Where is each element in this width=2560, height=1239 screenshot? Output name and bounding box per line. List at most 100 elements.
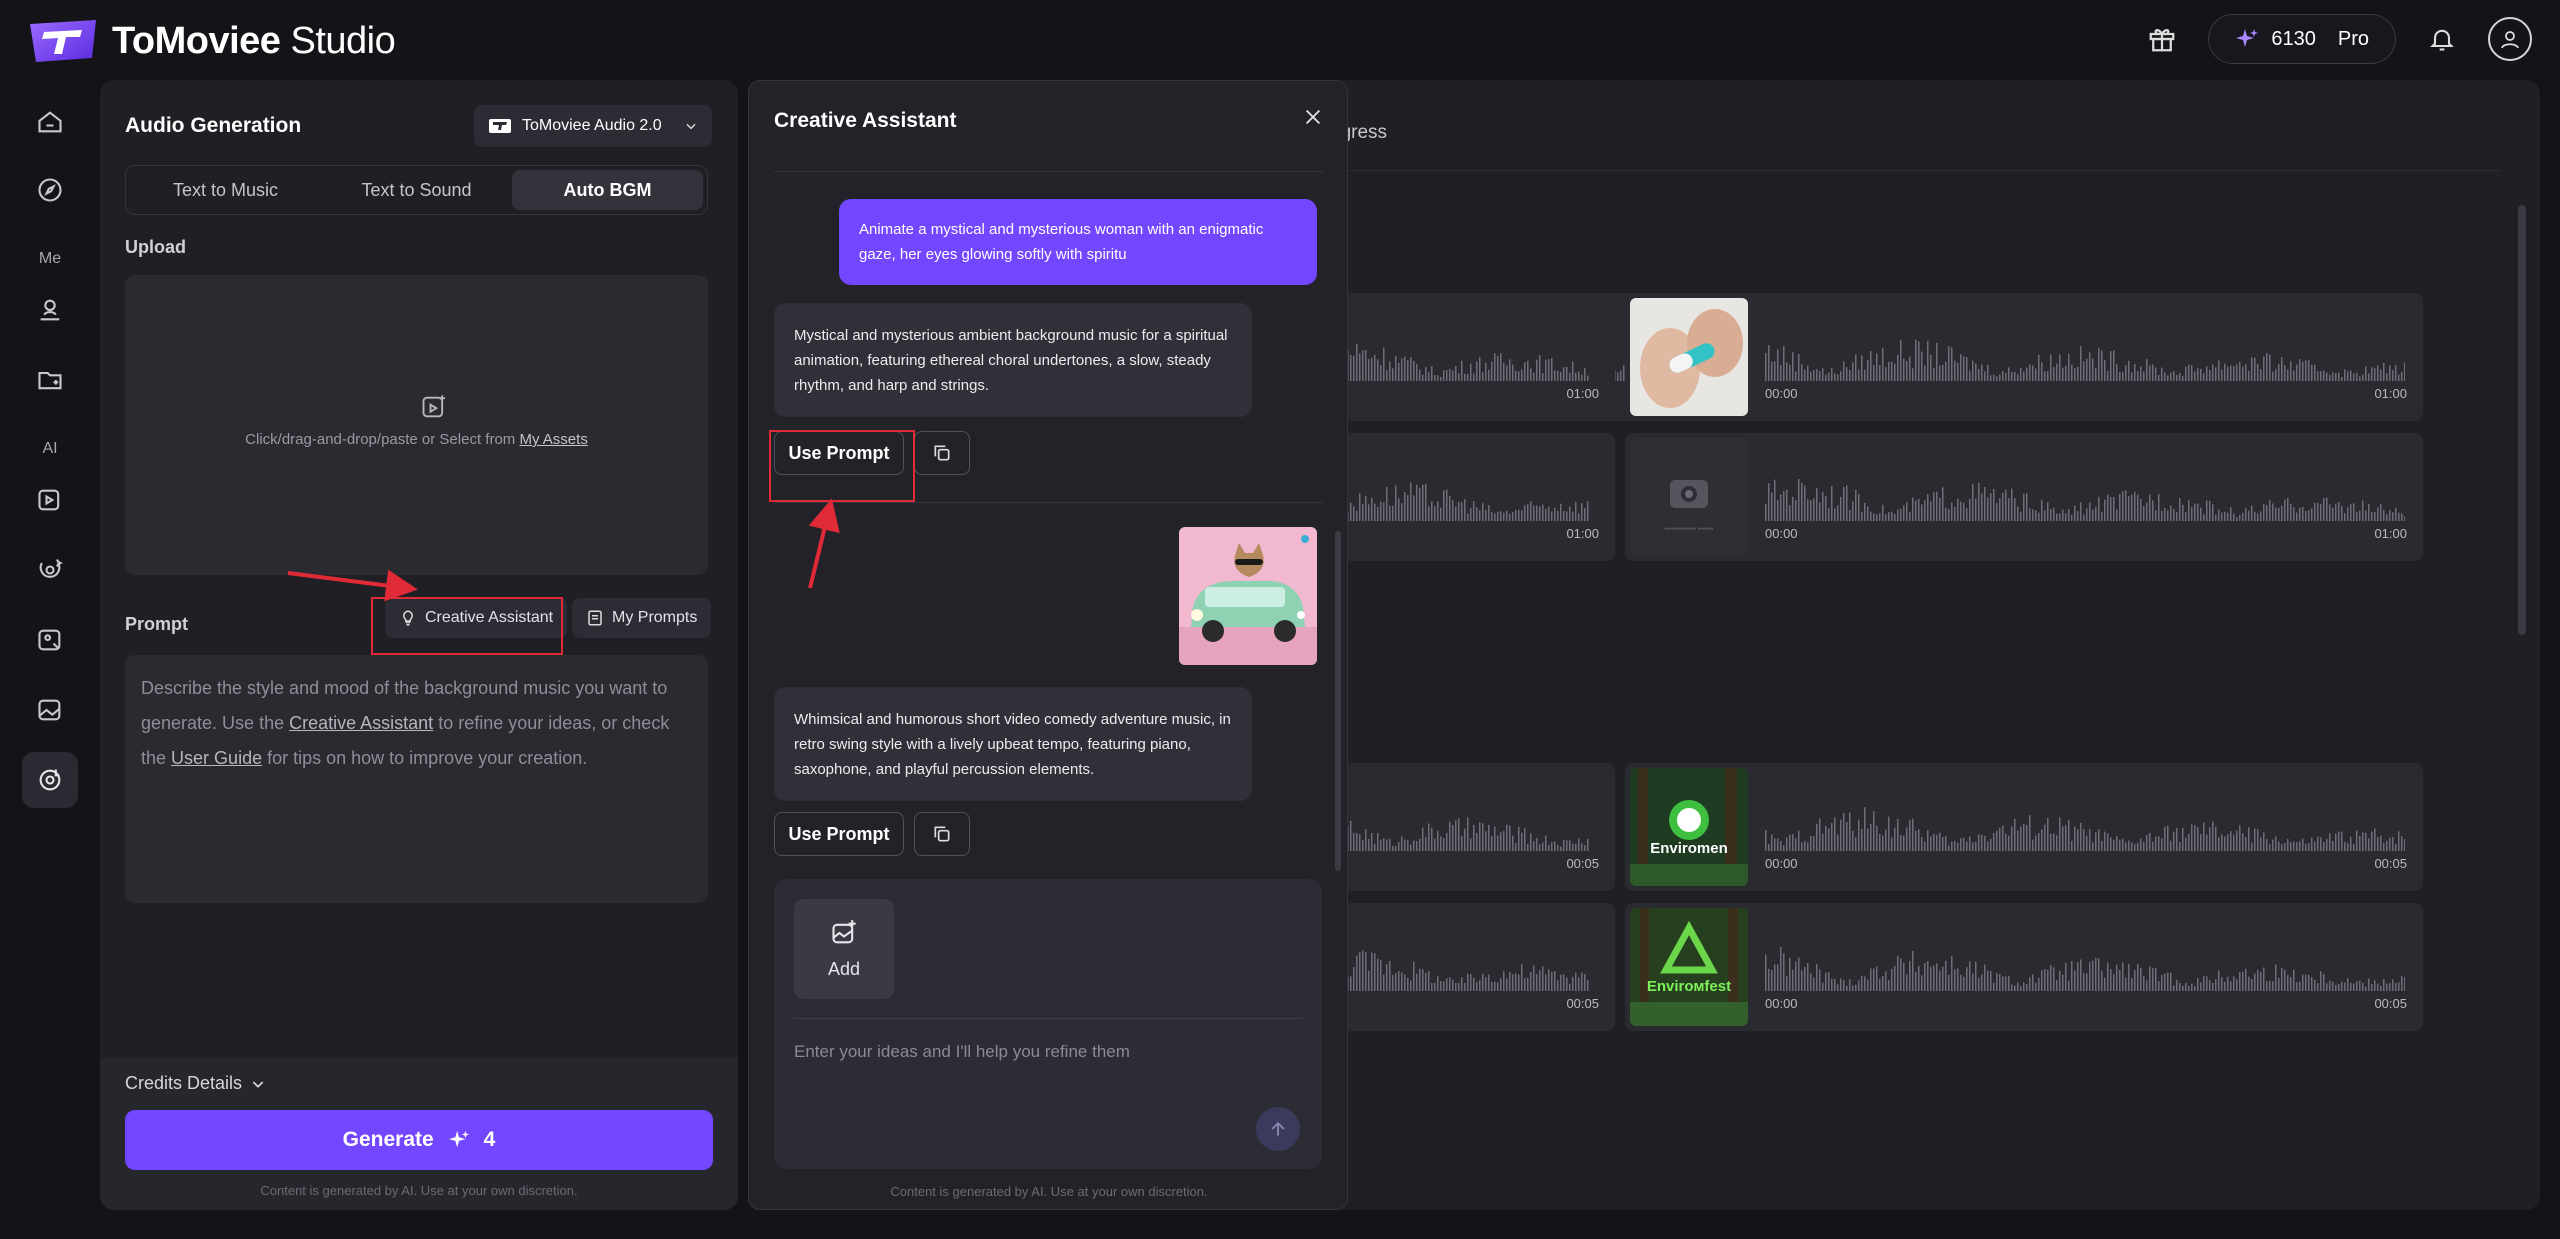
upload-label: Upload (125, 237, 186, 257)
tab-text-to-music[interactable]: Text to Music (130, 170, 321, 210)
audio-duration: 00:05 (2374, 996, 2407, 1011)
prompt-textarea[interactable]: Describe the style and mood of the backg… (125, 655, 708, 903)
image-edit-icon[interactable] (22, 612, 78, 668)
mode-tabs: Text to Music Text to Sound Auto BGM (125, 165, 708, 215)
waveform (1320, 339, 1589, 381)
audio-card[interactable]: 00:00 01:00 (1625, 293, 2423, 421)
audio-icon[interactable] (22, 752, 78, 808)
prompt-label: Prompt (125, 614, 188, 634)
audio-start-time: 00:00 (1765, 386, 1798, 401)
close-icon[interactable] (1297, 101, 1329, 133)
audio-start-time: 00:00 (1765, 526, 1798, 541)
assistant-divider (774, 171, 1324, 172)
thumbnail-caption: Enviromen (1650, 840, 1728, 857)
copy-icon[interactable] (914, 431, 970, 475)
credits-count: 6130 (2271, 27, 2316, 50)
audio-duration: 01:00 (2374, 386, 2407, 401)
idea-input[interactable]: Enter your ideas and I'll help you refin… (794, 1042, 1130, 1062)
generate-label: Generate (342, 1128, 434, 1151)
chevron-down-icon (686, 123, 696, 130)
upload-video-icon (422, 395, 446, 418)
generate-cost: 4 (483, 1128, 496, 1151)
home-icon[interactable] (22, 94, 78, 150)
user-guide-link[interactable]: User Guide (171, 748, 262, 768)
audio-card[interactable]: Envirомfest 00:00 00:05 (1625, 903, 2423, 1031)
audio-start-time: 00:00 (1765, 856, 1798, 871)
thumbnail-forest: Enviromen (1630, 768, 1748, 886)
gift-icon[interactable] (2138, 15, 2186, 63)
results-divider (1320, 170, 2500, 171)
audio-card[interactable]: ********** ***** 00:00 01:00 (1625, 433, 2423, 561)
audio-duration: 01:00 (2374, 526, 2407, 541)
tab-text-to-sound[interactable]: Text to Sound (321, 170, 512, 210)
waveform (1765, 947, 2405, 991)
credits-details-toggle[interactable]: Credits Details (125, 1073, 266, 1094)
top-bar: ToMoviee Studio 6130 Pro (0, 0, 2560, 80)
logo-icon (30, 20, 96, 62)
audio-duration: 01:00 (1566, 526, 1599, 541)
add-image-icon (832, 919, 856, 943)
sparkle-icon (2236, 29, 2259, 47)
thumbnail-pill (1630, 298, 1748, 416)
audio-card[interactable]: 01:00 (1320, 433, 1615, 561)
user-avatar-icon[interactable] (2488, 17, 2532, 61)
thumbnail-caption: Envirомfest (1646, 978, 1732, 995)
assistant-input-area: Add Enter your ideas and I'll help you r… (774, 879, 1322, 1169)
chevron-down-icon (252, 1080, 264, 1088)
avatar-ai-icon[interactable] (22, 542, 78, 598)
model-name: ToMoviee Audio 2.0 (522, 117, 662, 134)
generate-button[interactable]: Generate 4 (125, 1110, 713, 1170)
ai-section-label: AI (42, 440, 58, 457)
sparkle-icon (448, 1130, 469, 1148)
explore-icon[interactable] (22, 162, 78, 218)
audio-card[interactable]: Enviromen 00:00 00:05 (1625, 763, 2423, 891)
ai-reply: Whimsical and humorous short video comed… (774, 687, 1252, 801)
audio-card[interactable]: 00:05 (1320, 903, 1615, 1031)
audio-duration: 00:05 (2374, 856, 2407, 871)
bell-icon[interactable] (2418, 15, 2466, 63)
audio-start-time: 00:00 (1765, 996, 1798, 1011)
assistant-scrollbar[interactable] (1335, 531, 1341, 871)
my-assets-link[interactable]: My Assets (519, 431, 587, 448)
model-select[interactable]: ToMoviee Audio 2.0 (474, 105, 712, 147)
document-icon (588, 610, 602, 626)
folder-icon[interactable] (22, 352, 78, 408)
add-image-button[interactable]: Add (794, 899, 894, 999)
profile-icon[interactable] (22, 282, 78, 338)
uploaded-image[interactable] (1179, 527, 1317, 665)
waveform (1765, 478, 2405, 521)
creative-assistant-link[interactable]: Creative Assistant (289, 713, 433, 733)
audio-generation-panel: Audio Generation ToMoviee Audio 2.0 Text… (100, 80, 738, 1210)
waveform (1320, 482, 1589, 521)
ai-reply: Mystical and mysterious ambient backgrou… (774, 303, 1252, 417)
panel-title: Audio Generation (125, 114, 302, 137)
my-prompts-button[interactable]: My Prompts (572, 598, 712, 638)
results-scrollbar[interactable] (2518, 205, 2526, 635)
results-panel: ogress 01:00 (1320, 80, 2540, 1210)
thumbnail-forest: Envirомfest (1630, 908, 1748, 1026)
audio-card[interactable]: 01:00 (1320, 293, 1615, 421)
send-button[interactable] (1256, 1107, 1300, 1151)
tab-auto-bgm[interactable]: Auto BGM (512, 170, 703, 210)
audio-duration: 01:00 (1566, 386, 1599, 401)
plan-badge: Pro (2337, 27, 2369, 50)
waveform (1320, 950, 1589, 991)
upload-dropzone[interactable]: Click/drag-and-drop/paste or Select from… (125, 275, 708, 575)
sidebar: Me AI (0, 80, 100, 1239)
arrow-up-icon (1271, 1121, 1285, 1136)
thumbnail-caption: ********** ***** (1664, 526, 1714, 535)
video-icon[interactable] (22, 472, 78, 528)
audio-card[interactable]: 00:05 (1320, 763, 1615, 891)
logo[interactable]: ToMoviee Studio (28, 18, 396, 64)
copy-icon[interactable] (914, 812, 970, 856)
audio-duration: 00:05 (1566, 856, 1599, 871)
user-message: Animate a mystical and mysterious woman … (839, 199, 1317, 285)
image-gen-icon[interactable] (22, 682, 78, 738)
credits-pill[interactable]: 6130 Pro (2208, 14, 2396, 64)
waveform (1765, 339, 2405, 381)
my-prompts-label: My Prompts (612, 609, 698, 626)
add-label: Add (827, 958, 861, 979)
credits-details-label: Credits Details (125, 1073, 243, 1093)
use-prompt-button[interactable]: Use Prompt (774, 812, 904, 856)
audio-duration: 00:05 (1566, 996, 1599, 1011)
